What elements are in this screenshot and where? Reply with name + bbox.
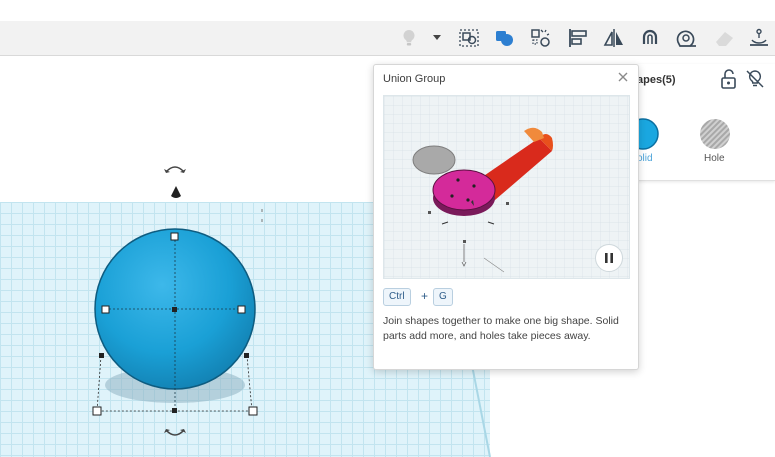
close-icon[interactable]: [616, 70, 630, 84]
solid-label[interactable]: olid: [637, 153, 653, 164]
tooltip-title: Union Group: [383, 73, 446, 85]
cursor-hint-icon: [261, 209, 263, 222]
align-icon[interactable]: [565, 26, 591, 50]
hide-bulb-icon[interactable]: [745, 69, 765, 89]
union-icon[interactable]: [492, 26, 518, 50]
selected-sphere[interactable]: [0, 150, 300, 450]
hole-label[interactable]: Hole: [704, 153, 725, 164]
tooltip-preview-animation: [383, 95, 630, 279]
dropdown-caret-icon[interactable]: [428, 26, 446, 50]
mirror-icon[interactable]: [601, 26, 627, 50]
shape-inspector-panel: apes(5) olid Hole: [629, 64, 775, 181]
shortcut-key-ctrl: Ctrl: [383, 288, 411, 306]
ungroup-icon[interactable]: [528, 26, 554, 50]
hole-swatch[interactable]: [699, 118, 731, 150]
preview-scene: [384, 96, 629, 278]
rotate-handle-icon[interactable]: [162, 162, 188, 176]
pause-button[interactable]: [595, 244, 623, 272]
anchor-icon[interactable]: [746, 26, 772, 50]
union-group-tooltip: Union Group Ctrl + G Join shapes togethe…: [373, 64, 639, 370]
tooltip-description: Join shapes together to make one big sha…: [383, 315, 619, 342]
lift-arrow-icon[interactable]: [170, 186, 182, 200]
shortcut-plus: +: [421, 289, 429, 303]
rotate-handle-bottom-icon[interactable]: [162, 426, 188, 440]
lightbulb-icon[interactable]: [396, 26, 422, 50]
toolbar: [0, 21, 775, 56]
unlock-icon[interactable]: [720, 69, 738, 89]
inspector-title: apes(5): [637, 74, 676, 86]
shortcut-key-g: G: [433, 288, 453, 306]
window-top-strip: [0, 0, 775, 22]
pause-icon: [605, 253, 613, 263]
ruler-icon[interactable]: [674, 26, 700, 50]
eraser-icon[interactable]: [711, 26, 737, 50]
group-icon[interactable]: [456, 26, 482, 50]
magnet-icon[interactable]: [637, 26, 663, 50]
